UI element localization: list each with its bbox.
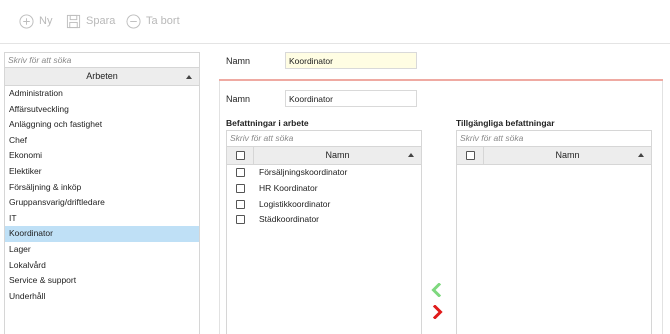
jobs-list-panel: Skriv för att söka Arbeten Administratio… [4, 52, 200, 334]
available-positions-header: Namn [457, 147, 651, 165]
table-row[interactable]: HR Koordinator [227, 181, 421, 197]
table-row[interactable]: Försäljningskoordinator [227, 165, 421, 181]
plus-circle-icon [19, 13, 34, 29]
move-right-arrow-icon[interactable] [432, 305, 444, 319]
job-list-item[interactable]: Koordinator [5, 226, 199, 242]
row-name: HR Koordinator [259, 182, 318, 193]
jobs-list: Administration Affärsutveckling Anläggning… [5, 86, 199, 304]
positions-in-work-grid: Skriv för att söka Namn Försäljningskoor… [226, 130, 422, 334]
sort-ascending-icon[interactable] [638, 153, 644, 157]
row-name: Logistikkoordinator [259, 198, 331, 209]
toolbar: Ny Spara Ta bort [0, 0, 670, 44]
new-button[interactable]: Ny [19, 12, 52, 30]
job-list-item[interactable]: Försäljning & inköp [5, 180, 199, 196]
table-row[interactable]: Städkoordinator [227, 212, 421, 228]
row-checkbox[interactable] [236, 215, 245, 225]
move-left-arrow-icon[interactable] [430, 283, 442, 297]
inner-name-field[interactable]: Koordinator [285, 90, 417, 107]
job-list-item[interactable]: Gruppansvarig/driftledare [5, 195, 199, 211]
floppy-disk-icon [66, 14, 81, 28]
available-positions-column-header[interactable]: Namn [484, 147, 651, 164]
row-checkbox[interactable] [236, 199, 245, 209]
row-checkbox[interactable] [236, 168, 245, 177]
delete-button[interactable]: Ta bort [126, 12, 180, 30]
positions-in-work-rows: Försäljningskoordinator HR Koordinator Log… [227, 165, 421, 228]
delete-button-label: Ta bort [146, 15, 180, 27]
job-list-item[interactable]: IT [5, 211, 199, 227]
row-name: Försäljningskoordinator [259, 167, 348, 177]
new-button-label: Ny [39, 15, 53, 27]
select-all-checkbox[interactable] [236, 151, 245, 160]
positions-in-work-column-label: Namn [325, 150, 350, 160]
positions-in-work-search-input[interactable]: Skriv för att söka [227, 131, 421, 147]
jobs-column-header-label: Arbeten [86, 71, 118, 81]
sort-ascending-icon[interactable] [408, 153, 414, 157]
job-list-item[interactable]: Lokalvård [5, 258, 199, 274]
jobs-column-header[interactable]: Arbeten [5, 68, 199, 86]
row-name: Städkoordinator [259, 214, 320, 225]
minus-circle-icon [126, 13, 141, 29]
available-positions-column-label: Namn [555, 150, 580, 160]
save-button[interactable]: Spara [66, 12, 115, 30]
row-checkbox[interactable] [236, 183, 245, 193]
job-list-item[interactable]: Service & support [5, 273, 199, 289]
job-list-item[interactable]: Ekonomi [5, 148, 199, 164]
positions-in-work-title: Befattningar i arbete [226, 118, 309, 128]
available-positions-search-input[interactable]: Skriv för att söka [457, 131, 651, 147]
sort-ascending-icon[interactable] [186, 75, 192, 79]
name-field[interactable]: Koordinator [285, 52, 417, 69]
positions-in-work-column-header[interactable]: Namn [254, 147, 421, 164]
jobs-search-input[interactable]: Skriv för att söka [5, 53, 199, 68]
job-list-item[interactable]: Anläggning och fastighet [5, 117, 199, 133]
job-list-item[interactable]: Administration [5, 86, 199, 102]
table-row[interactable]: Logistikkoordinator [227, 197, 421, 213]
available-positions-grid: Skriv för att söka Namn [456, 130, 652, 334]
job-list-item[interactable]: Lager [5, 242, 199, 258]
inner-name-label: Namn [226, 94, 251, 104]
name-label: Namn [226, 56, 251, 66]
job-list-item[interactable]: Affärsutveckling [5, 102, 199, 118]
save-button-label: Spara [86, 15, 116, 27]
job-list-item[interactable]: Chef [5, 133, 199, 149]
available-positions-title: Tillgängliga befattningar [456, 118, 555, 128]
positions-in-work-header: Namn [227, 147, 421, 165]
job-list-item[interactable]: Underhåll [5, 289, 199, 305]
job-list-item[interactable]: Elektiker [5, 164, 199, 180]
select-all-checkbox[interactable] [466, 151, 475, 160]
